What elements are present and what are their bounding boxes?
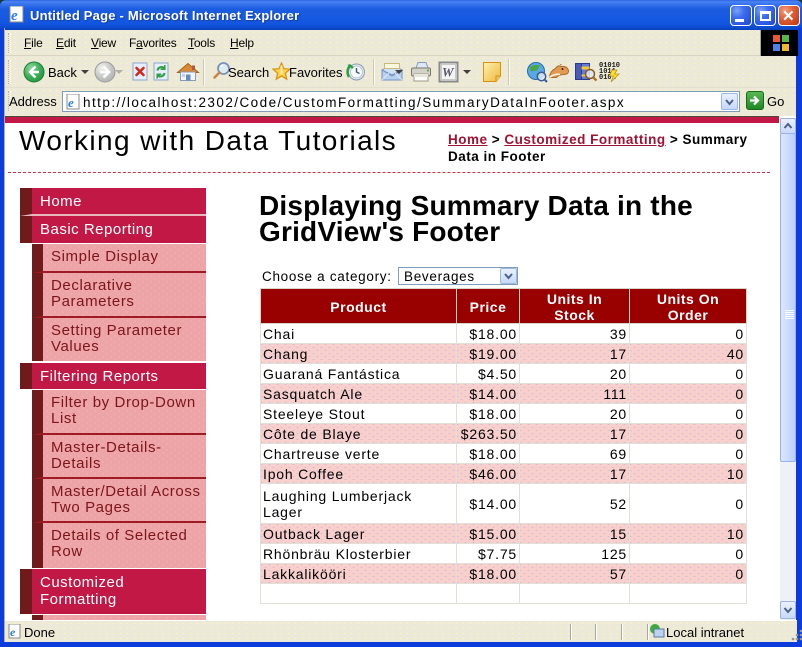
svg-text:e: e xyxy=(10,625,16,639)
svg-text:e: e xyxy=(68,95,74,110)
svg-text:W: W xyxy=(442,65,455,80)
svg-text:e: e xyxy=(11,8,18,24)
